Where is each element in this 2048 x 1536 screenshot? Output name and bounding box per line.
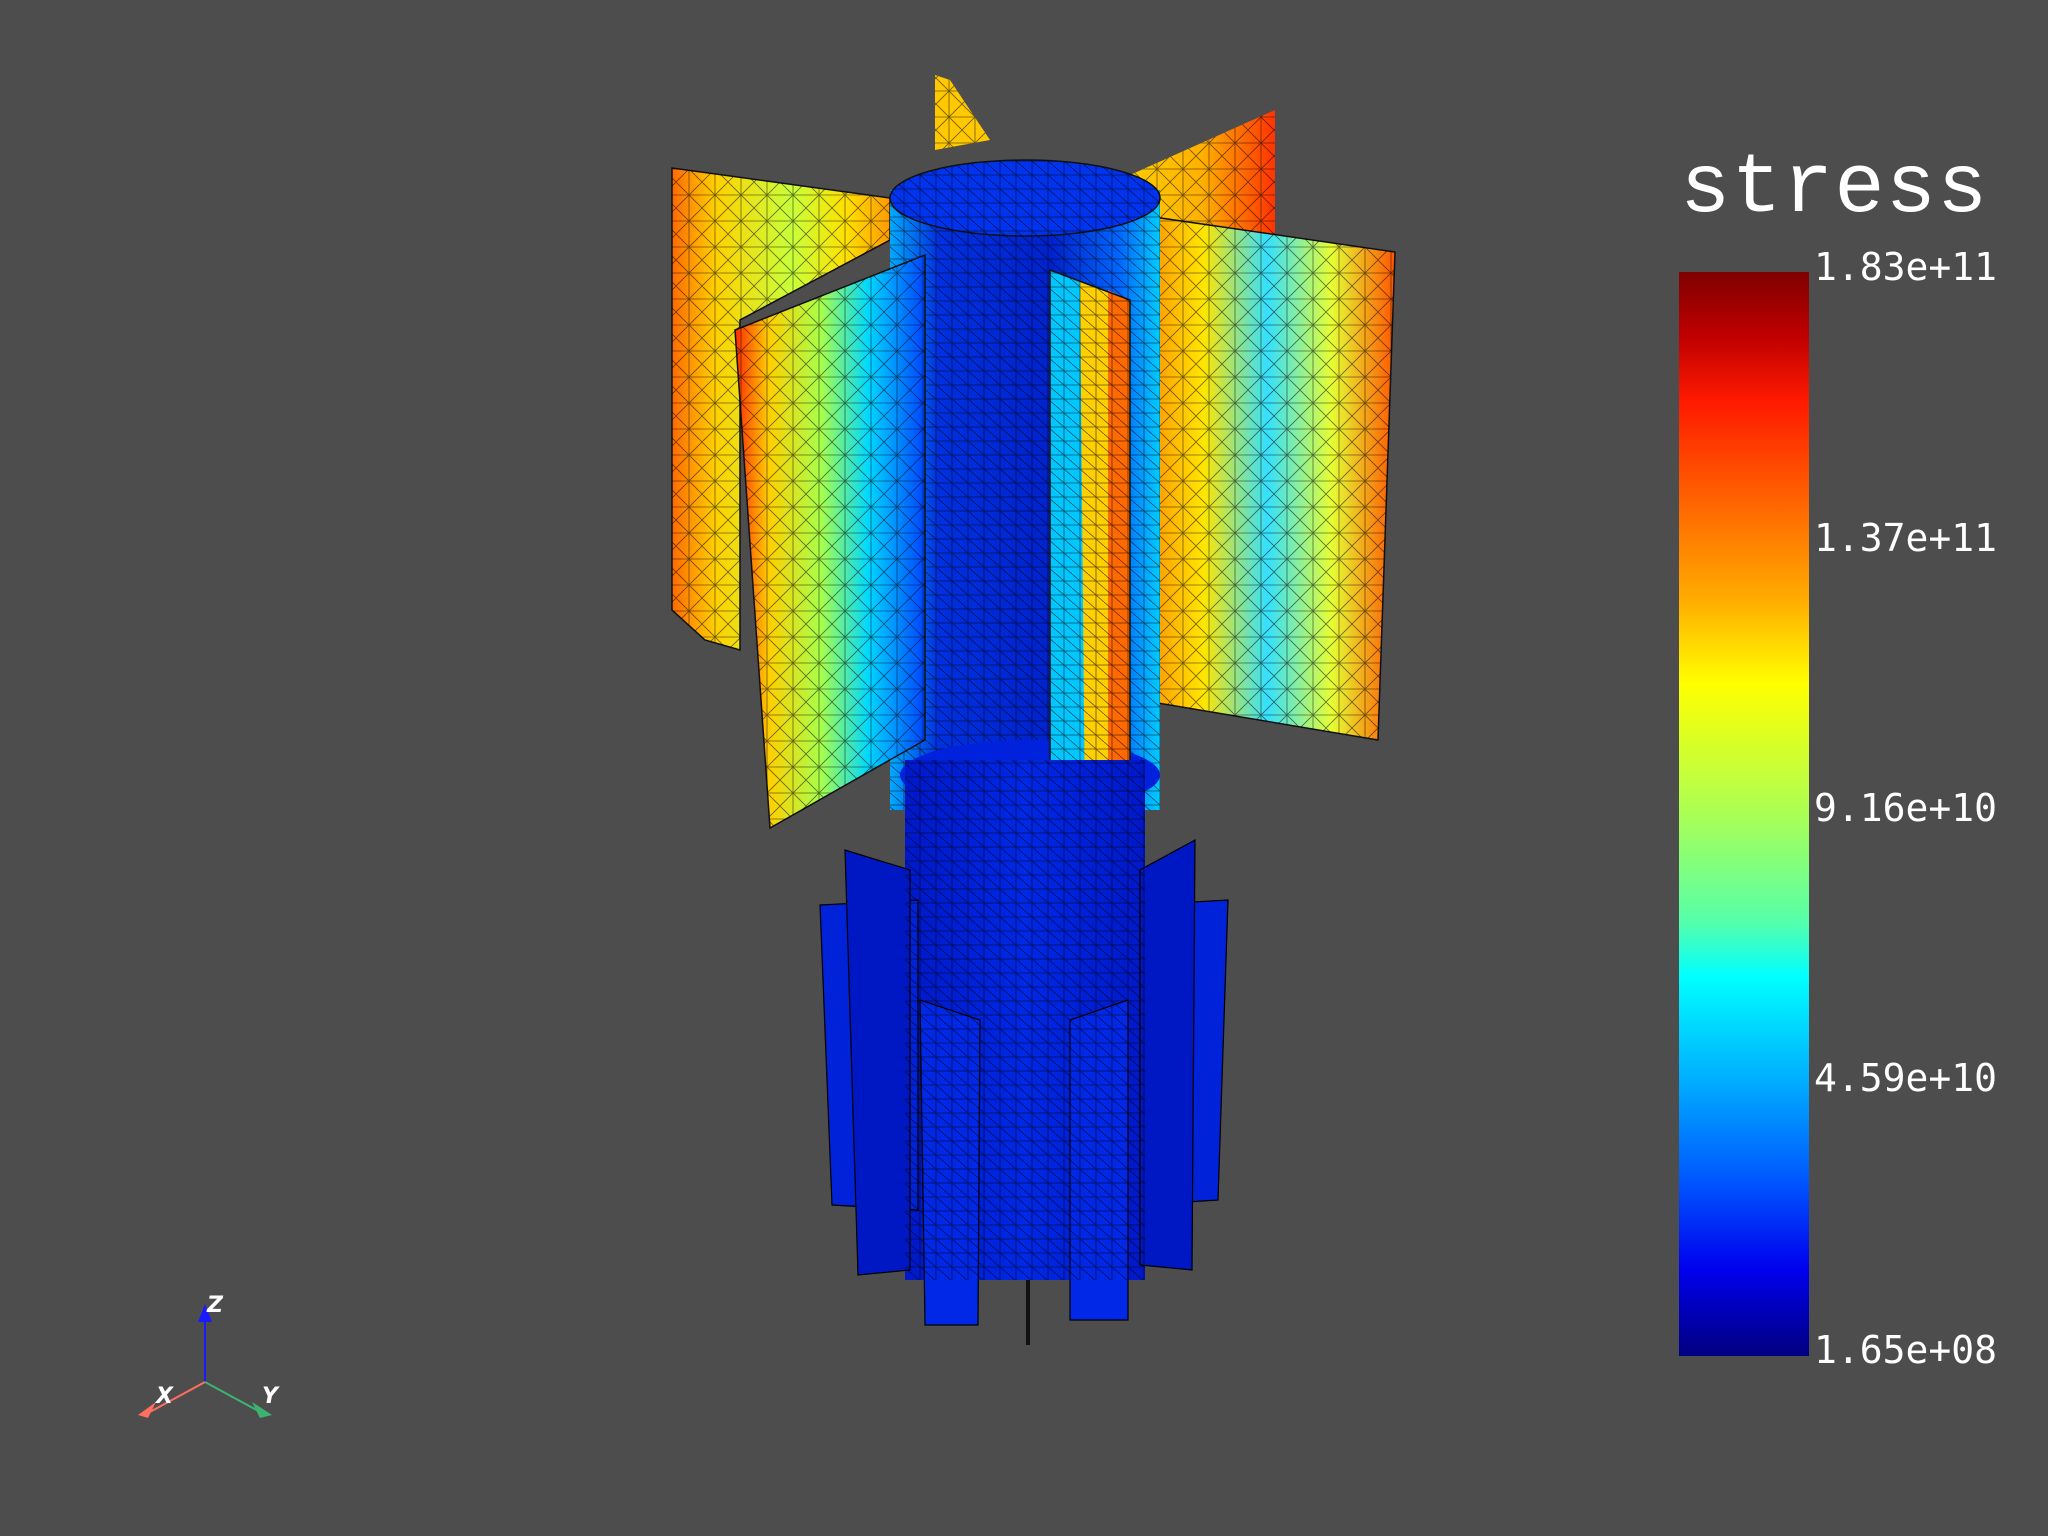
orientation-axes-widget: Z Y X xyxy=(138,1293,280,1418)
scalar-bar-tick-max: 1.83e+11 xyxy=(1814,245,1998,289)
x-axis-label: X xyxy=(154,1384,174,1409)
scalar-bar-tick-min: 1.65e+08 xyxy=(1814,1328,1998,1372)
y-axis-line xyxy=(204,1381,263,1414)
y-axis-label: Y xyxy=(262,1384,280,1409)
scalar-bar-tick-label: 1.37e+11 xyxy=(1814,516,1998,560)
shaft-top-cap xyxy=(889,159,1161,237)
z-axis-label: Z xyxy=(206,1293,224,1318)
scalar-bar-tick-label: 9.16e+10 xyxy=(1814,786,1998,830)
scalar-bar-title: stress xyxy=(1680,142,1989,237)
scalar-bar-colorbar xyxy=(1679,272,1809,1356)
fin-front-left xyxy=(734,253,926,830)
fin-back-top xyxy=(935,75,990,150)
fin-right xyxy=(1139,214,1396,741)
scalar-bar-tick-label: 4.59e+10 xyxy=(1814,1056,1998,1100)
lower-fin-assembly xyxy=(819,760,1229,1345)
